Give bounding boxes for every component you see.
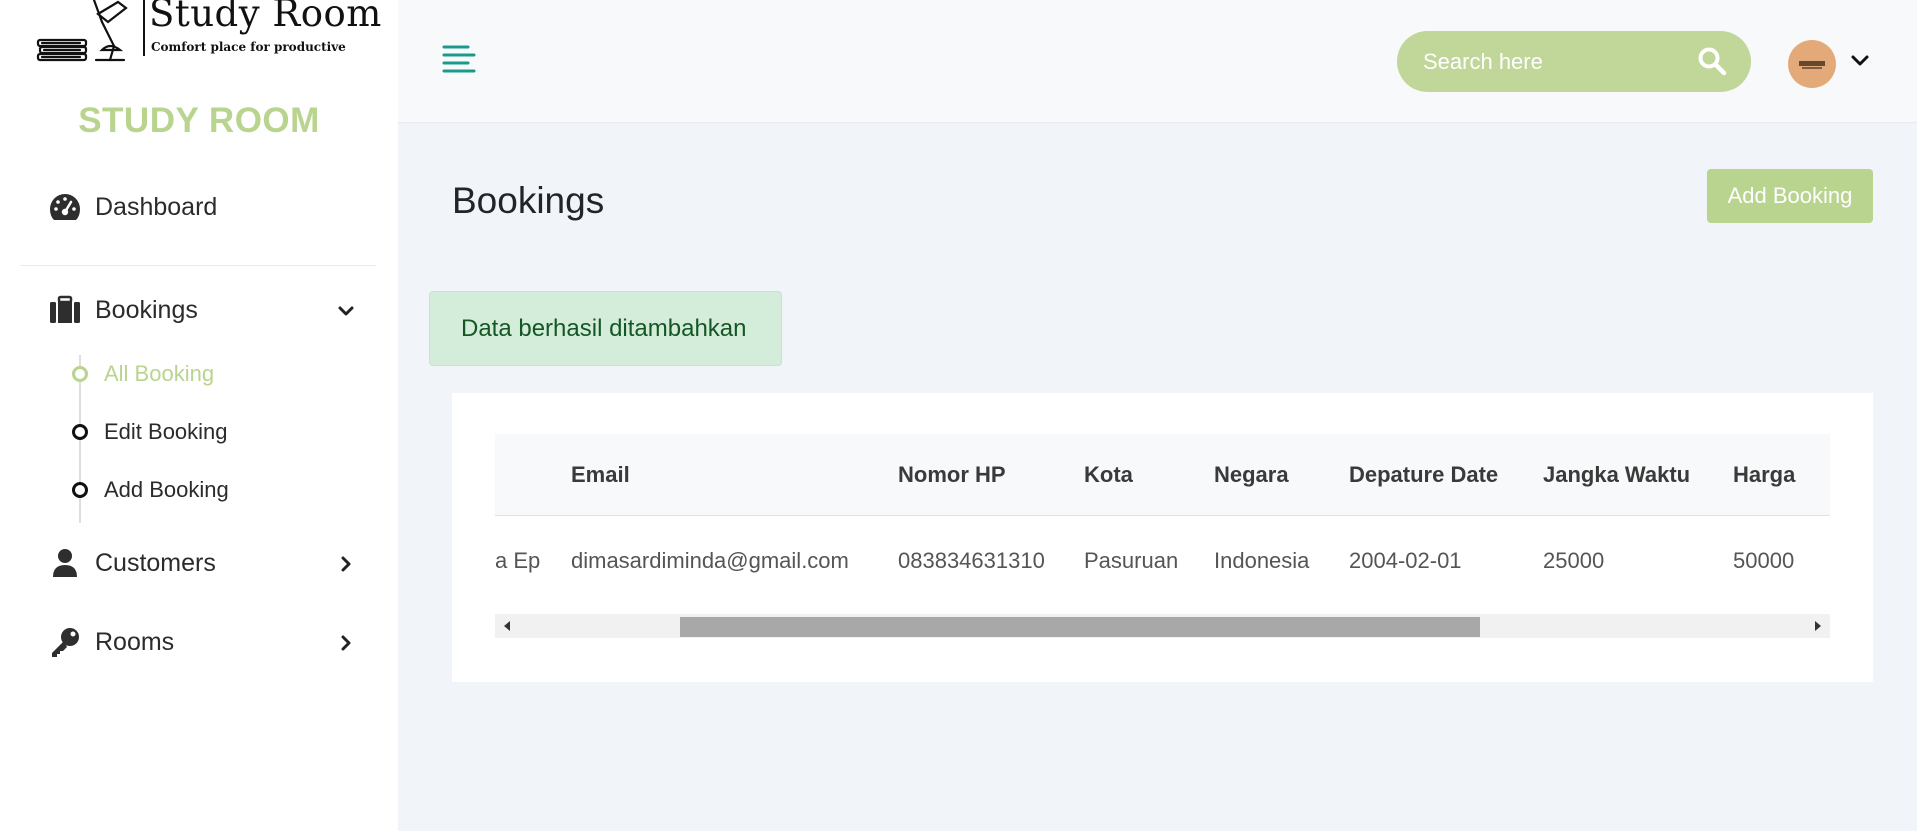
speedometer-icon [48,190,82,224]
avatar[interactable] [1788,40,1836,88]
table-cell: 50000 [1733,548,1795,573]
table-cell: Pasuruan [1084,548,1179,573]
hamburger-icon[interactable] [442,44,476,74]
sidebar-item-rooms[interactable]: Rooms [48,622,174,662]
sidebar-item-label: Bookings [95,295,198,324]
sidebar-item-label: Customers [95,548,216,577]
logo-title: Study Room [149,0,382,35]
chevron-right-icon[interactable] [333,630,359,656]
column-header-email[interactable]: Email [571,434,630,515]
submenu-item-label: Add Booking [104,477,229,502]
submenu-dot-icon [72,482,88,498]
column-header-nomor-hp[interactable]: Nomor HP [898,434,1006,515]
logo[interactable]: Study Room Comfort place for productive [36,0,381,70]
chevron-right-icon[interactable] [333,551,359,577]
search-icon[interactable] [1697,46,1727,76]
horizontal-scrollbar[interactable] [495,614,1830,638]
submenu-dot-icon [72,424,88,440]
alert-text: Data berhasil ditambahkan [461,314,747,342]
table-header-row: Email Nomor HP Kota Negara Depature Date… [495,434,1830,516]
search-bar [1397,31,1751,92]
sidebar-item-label: Dashboard [95,192,218,221]
column-header-depature-date[interactable]: Depature Date [1349,434,1498,515]
sidebar-item-label: Rooms [95,627,175,656]
search-input[interactable] [1421,47,1685,76]
column-header-harga[interactable]: Harga [1733,434,1795,515]
submenu-item-label: All Booking [104,361,215,386]
bookings-table: Email Nomor HP Kota Negara Depature Date… [495,434,1830,639]
page-title: Bookings [452,180,605,221]
logo-subtitle: Comfort place for productive [151,40,346,54]
table-cell: 25000 [1543,548,1605,573]
column-header-kota[interactable]: Kota [1084,434,1133,515]
column-header-jangka-waktu[interactable]: Jangka Waktu [1543,434,1690,515]
scrollbar-thumb[interactable] [680,617,1480,637]
lamp-books-icon [36,0,128,62]
scroll-left-icon[interactable] [495,614,519,638]
submenu-item-edit-booking[interactable]: Edit Booking [72,415,228,449]
submenu-item-label: Edit Booking [104,419,228,444]
sidebar-item-customers[interactable]: Customers [48,543,216,583]
scroll-right-icon[interactable] [1806,614,1830,638]
add-booking-button[interactable]: Add Booking [1707,169,1873,223]
chevron-down-icon[interactable] [333,298,359,324]
user-icon [48,546,82,580]
table-cell: 083834631310 [898,548,1045,573]
column-header-negara[interactable]: Negara [1214,434,1289,515]
logo-divider [143,0,145,56]
success-alert: Data berhasil ditambahkan [429,291,782,366]
sidebar-item-dashboard[interactable]: Dashboard [48,187,217,227]
brand-name: STUDY ROOM [78,101,320,140]
avatar-logo-icon [1799,61,1825,69]
table-cell: dimasardiminda@gmail.com [571,548,849,573]
table-cell: Indonesia [1214,548,1310,573]
sidebar: Study Room Comfort place for productive … [0,0,398,831]
submenu-item-all-booking[interactable]: All Booking [72,357,214,391]
chevron-down-icon[interactable] [1848,49,1872,73]
key-icon [48,625,82,659]
sidebar-item-bookings[interactable]: Bookings [48,290,198,330]
table-cell: 2004-02-01 [1349,548,1462,573]
table-cell: a Ep [495,548,541,573]
submenu-dot-icon [72,366,88,382]
suitcase-icon [48,293,82,327]
sidebar-divider [20,265,376,266]
submenu-item-add-booking[interactable]: Add Booking [72,473,229,507]
